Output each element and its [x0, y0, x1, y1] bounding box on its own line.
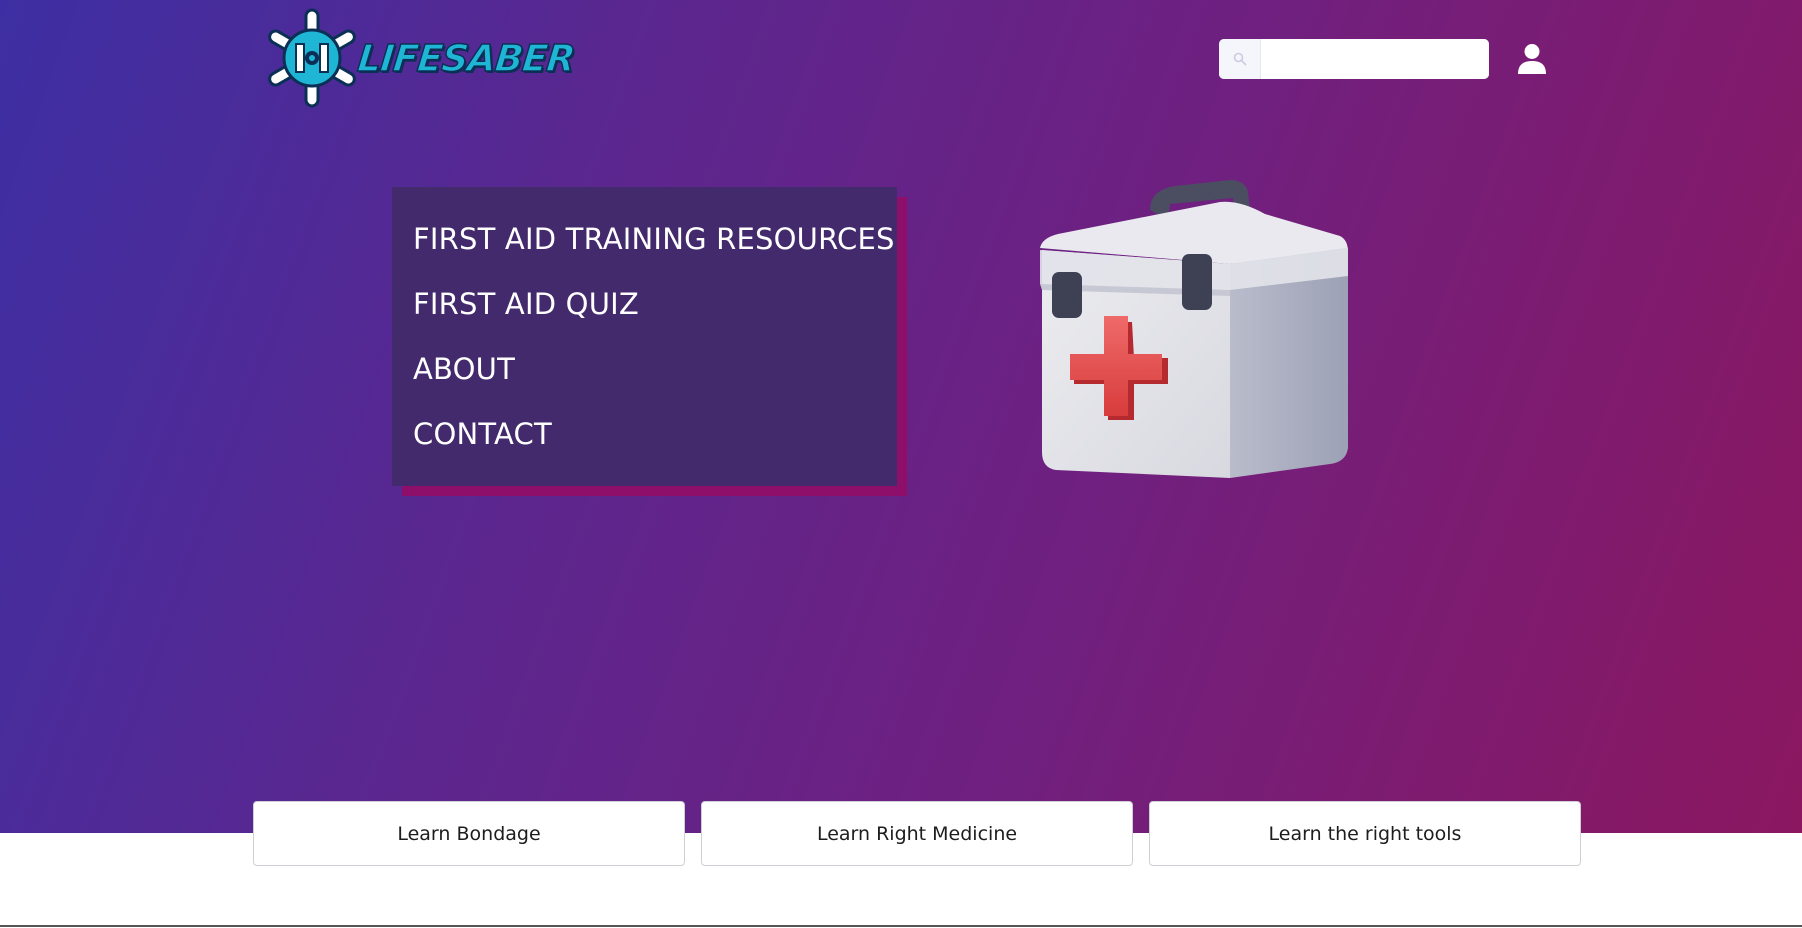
account-button[interactable] [1515, 40, 1549, 78]
site-logo[interactable]: LIFESABER [262, 6, 577, 110]
logo-emblem-icon [268, 8, 356, 108]
page-divider [0, 925, 1802, 927]
search-input[interactable] [1261, 39, 1489, 79]
menu-item-first-aid-training-resources[interactable]: FIRST AID TRAINING RESOURCES [413, 217, 897, 282]
search-button[interactable] [1219, 39, 1261, 79]
menu-item-first-aid-quiz[interactable]: FIRST AID QUIZ [413, 282, 897, 347]
search-icon [1233, 52, 1246, 66]
search-bar [1219, 39, 1489, 79]
card-learn-right-medicine[interactable]: Learn Right Medicine [701, 801, 1133, 866]
menu-item-contact[interactable]: CONTACT [413, 412, 897, 477]
card-label: Learn the right tools [1268, 822, 1462, 845]
card-label: Learn Right Medicine [816, 822, 1018, 845]
main-menu: FIRST AID TRAINING RESOURCES FIRST AID Q… [392, 187, 897, 486]
user-icon [1518, 44, 1546, 74]
hero-section: LIFESABER FIRST AID TRAINING RESOURCES F… [0, 0, 1802, 833]
menu-item-about[interactable]: ABOUT [413, 347, 897, 412]
card-learn-bondage[interactable]: Learn Bondage [253, 801, 685, 866]
logo-wordmark: LIFESABER [355, 36, 577, 81]
first-aid-kit-illustration [1040, 180, 1348, 478]
card-label: Learn Bondage [397, 822, 541, 845]
card-learn-the-right-tools[interactable]: Learn the right tools [1149, 801, 1581, 866]
